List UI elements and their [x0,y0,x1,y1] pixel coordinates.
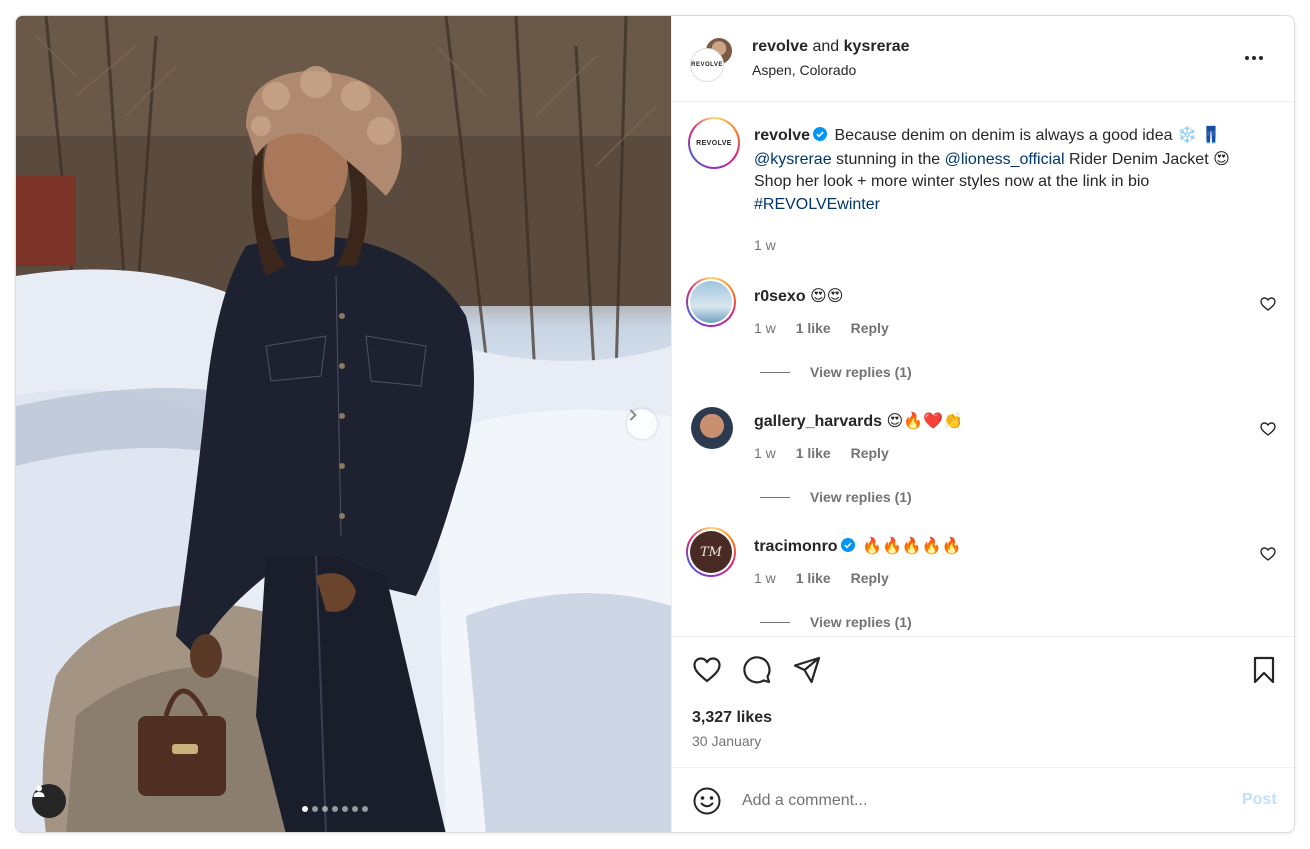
comment-meta: 1 w 1 like Reply [754,570,889,586]
comment-username[interactable]: tracimonro [754,538,838,555]
view-replies-label: View replies (1) [810,489,912,505]
view-replies-label: View replies (1) [810,364,912,380]
post-comment-button[interactable]: Post [1242,791,1277,809]
save-icon[interactable] [1249,655,1279,685]
view-replies-button[interactable]: View replies (1) [760,364,912,380]
comment-body: gallery_harvards 😍🔥❤️👏 [754,411,963,431]
comment-username[interactable]: gallery_harvards [754,413,882,430]
authors-connector: and [812,38,840,55]
photo-illustration [16,16,671,832]
carousel-dot [322,806,328,812]
next-photo-button[interactable] [627,409,657,439]
comment-avatar[interactable] [691,407,733,449]
caption-text-2: stunning in the [836,150,941,168]
view-replies-button[interactable]: View replies (1) [760,614,912,630]
carousel-dot [332,806,338,812]
post-date: 30 January [692,733,762,749]
comment-avatar[interactable]: TM [686,527,736,577]
comment-meta: 1 w 1 like Reply [754,445,889,461]
like-comment-icon[interactable] [1260,421,1276,437]
more-options-icon [1252,56,1256,60]
post-side-panel: REVOLVE revolve and kysrerae Aspen, Colo… [671,16,1294,832]
caption-avatar[interactable]: REVOLVE [688,117,740,169]
reply-button[interactable]: Reply [851,320,889,336]
mention-kysrerae[interactable]: @kysrerae [754,151,832,168]
comment-emojis: 😍🔥❤️👏 [886,411,963,430]
comment-meta: 1 w 1 like Reply [754,320,889,336]
comment-icon[interactable] [742,655,772,685]
comment-likes[interactable]: 1 like [796,570,831,586]
comment-likes[interactable]: 1 like [796,445,831,461]
verified-badge-icon [840,538,855,552]
heart-eyes-emoji: 😍 [1213,148,1230,168]
carousel-dot [362,806,368,812]
more-options-button[interactable] [1239,48,1269,68]
carousel-dot [352,806,358,812]
comment-body: r0sexo 😍😍 [754,286,843,306]
divider-line [760,621,790,623]
post-location[interactable]: Aspen, Colorado [752,62,856,78]
likes-count[interactable]: 3,327 likes [692,709,772,727]
post-actions: 3,327 likes 30 January [672,636,1294,767]
comment-emojis: 😍😍 [810,286,844,305]
caption-text-1: Because denim on denim is always a good … [834,127,1173,144]
like-comment-icon[interactable] [1260,546,1276,562]
caption-avatar-text: REVOLVE [692,121,736,165]
divider-line [760,371,790,373]
post-dialog: REVOLVE revolve and kysrerae Aspen, Colo… [15,15,1295,833]
post-authors: revolve and kysrerae [752,38,910,56]
comment-username[interactable]: r0sexo [754,288,806,305]
view-replies-button[interactable]: View replies (1) [760,489,912,505]
comment-input[interactable] [742,789,1212,813]
carousel-dot [312,806,318,812]
post-photo[interactable] [16,16,671,832]
mention-lioness[interactable]: @lioness_official [945,151,1065,168]
caption-text-4: Shop her look + more winter styles now a… [754,173,1150,190]
post-caption: revolve Because denim on denim is always… [754,124,1254,216]
author-link-kysrerae[interactable]: kysrerae [844,38,910,55]
carousel-dot [302,806,308,812]
view-replies-label: View replies (1) [810,614,912,630]
comment-age: 1 w [754,570,776,586]
caption-age: 1 w [754,237,776,253]
author-link-revolve[interactable]: revolve [752,38,808,55]
avatar-photo [690,281,732,323]
comment-age: 1 w [754,445,776,461]
comment-emojis: 🔥🔥🔥🔥🔥 [862,536,962,555]
post-header: REVOLVE revolve and kysrerae Aspen, Colo… [672,16,1294,102]
emoji-icon[interactable] [692,786,722,816]
avatar-revolve[interactable]: REVOLVE [690,48,724,82]
user-tag-icon [33,785,45,797]
comment-avatar[interactable] [686,277,736,327]
more-options-icon [1245,56,1249,60]
comment-likes[interactable]: 1 like [796,320,831,336]
hashtag-link[interactable]: #REVOLVEwinter [754,194,1254,217]
chevron-right-icon [630,409,637,421]
more-options-icon [1259,56,1263,60]
caption-text-3: Rider Denim Jacket [1069,150,1209,168]
collab-avatars[interactable]: REVOLVE [690,36,736,82]
reply-button[interactable]: Reply [851,445,889,461]
comment-body: tracimonro 🔥🔥🔥🔥🔥 [754,536,962,556]
avatar-monogram: TM [690,531,732,573]
heart-icon[interactable] [692,655,722,685]
snowflake-emoji: ❄️ [1176,125,1197,144]
jeans-emoji: 👖 [1201,125,1222,144]
comment-composer: Post [672,767,1294,832]
caption-username[interactable]: revolve [754,127,810,144]
user-tag-button[interactable] [32,784,66,818]
reply-button[interactable]: Reply [851,570,889,586]
share-icon[interactable] [792,655,822,685]
comment-age: 1 w [754,320,776,336]
carousel-indicator [302,806,368,812]
divider-line [760,496,790,498]
like-comment-icon[interactable] [1260,296,1276,312]
comments-feed[interactable]: REVOLVE revolve Because denim on denim i… [672,103,1294,636]
verified-badge-icon [813,127,828,141]
carousel-dot [342,806,348,812]
